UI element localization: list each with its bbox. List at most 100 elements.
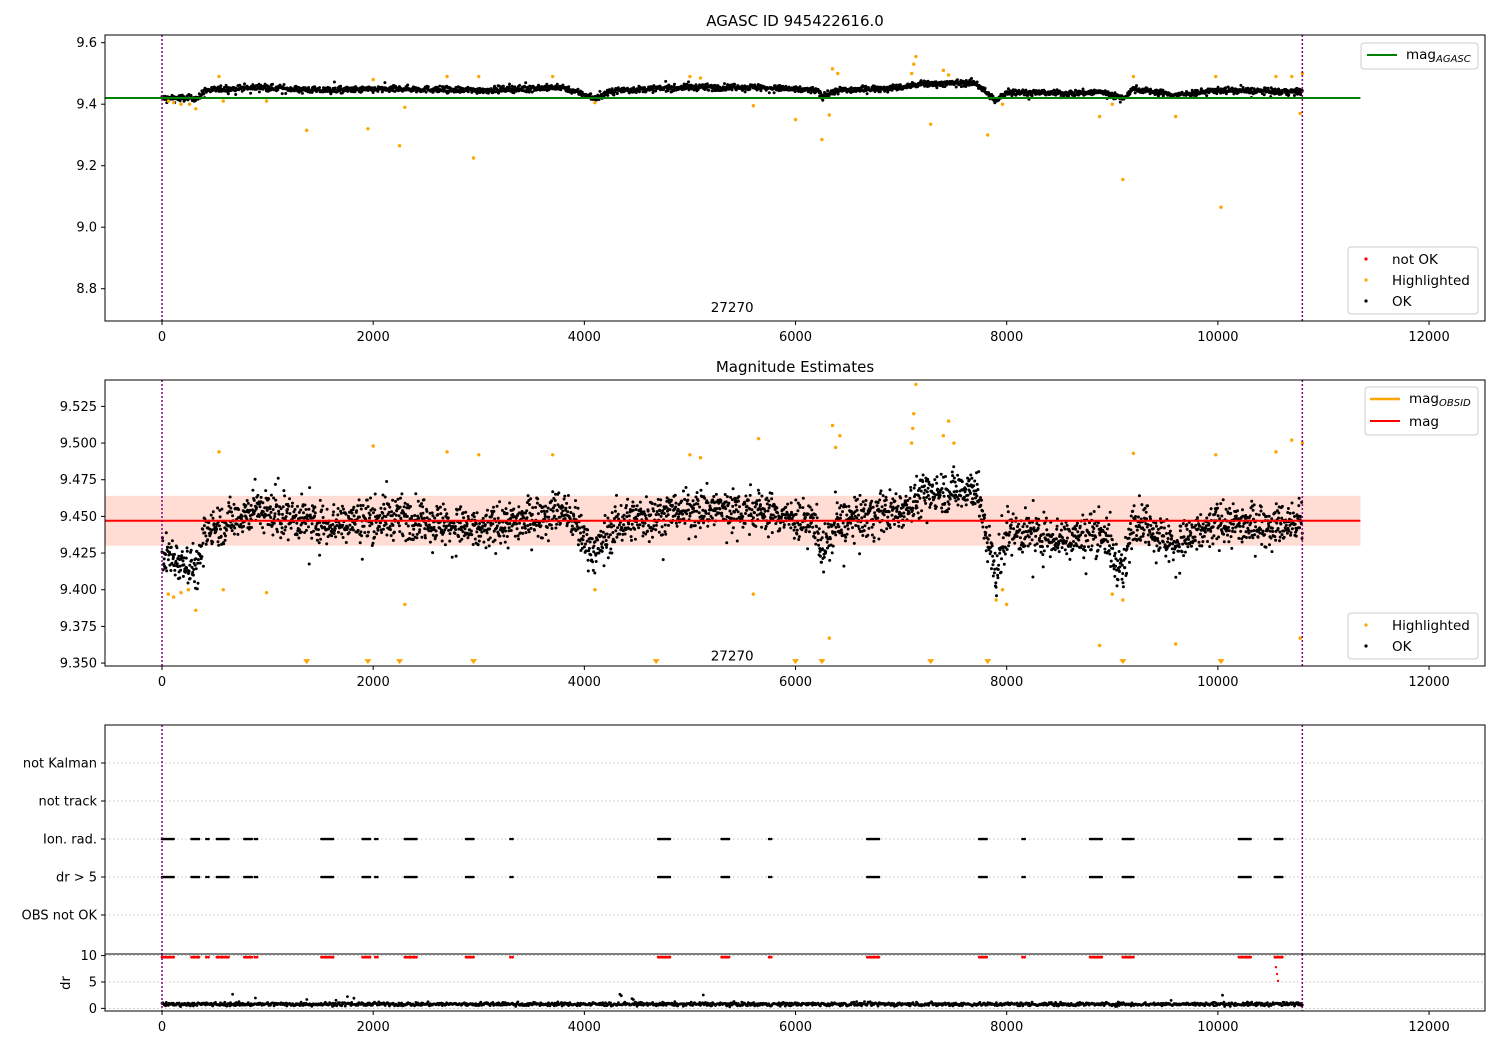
ok-point bbox=[861, 534, 865, 537]
ok-point bbox=[627, 514, 631, 518]
ok-point bbox=[241, 530, 245, 534]
ok-point bbox=[687, 508, 690, 512]
ok-point bbox=[463, 527, 467, 531]
ok-point bbox=[212, 522, 216, 526]
ok-point bbox=[485, 531, 489, 535]
ok-point bbox=[545, 526, 549, 529]
ok-point bbox=[384, 522, 388, 526]
ok-point bbox=[167, 542, 171, 546]
x-tick-label: 12000 bbox=[1408, 330, 1449, 345]
highlighted-point bbox=[698, 76, 703, 80]
ok-point bbox=[663, 523, 667, 527]
legend-not-ok-marker bbox=[1364, 257, 1368, 261]
ok-point bbox=[638, 523, 642, 527]
ok-point bbox=[286, 538, 290, 542]
ok-point bbox=[969, 491, 972, 495]
ok-point bbox=[295, 533, 299, 537]
ok-point bbox=[504, 507, 508, 511]
ok-point bbox=[536, 497, 540, 501]
ok-point bbox=[575, 524, 579, 528]
ok-point bbox=[893, 522, 896, 526]
ok-point bbox=[394, 513, 398, 517]
ok-point bbox=[888, 523, 892, 527]
ok-point bbox=[277, 509, 281, 513]
ok-point bbox=[448, 539, 452, 543]
ok-point bbox=[307, 525, 310, 529]
ok-point bbox=[641, 534, 645, 538]
ok-point bbox=[787, 522, 791, 526]
ok-point bbox=[187, 569, 191, 573]
ok-point bbox=[302, 511, 305, 515]
ok-point bbox=[239, 523, 243, 526]
ok-point bbox=[389, 528, 392, 532]
ok-point bbox=[300, 492, 304, 496]
ok-point bbox=[755, 502, 759, 506]
ok-point bbox=[373, 535, 376, 539]
ok-point bbox=[273, 515, 277, 518]
ok-point bbox=[217, 524, 221, 528]
ok-point bbox=[872, 523, 875, 526]
ok-point bbox=[334, 535, 338, 539]
ok-point bbox=[257, 515, 261, 518]
ok-point bbox=[540, 510, 544, 513]
ok-point bbox=[336, 507, 340, 510]
ok-point bbox=[606, 516, 610, 520]
ok-point bbox=[795, 528, 799, 532]
ok-point bbox=[945, 510, 949, 514]
ok-point bbox=[190, 558, 194, 562]
ok-point bbox=[169, 545, 173, 549]
ok-point bbox=[956, 503, 960, 507]
y-tick-label: 9.6 bbox=[76, 36, 97, 51]
legend-status: not OK Highlighted OK bbox=[1347, 246, 1479, 315]
ok-point bbox=[657, 512, 661, 516]
ok-point bbox=[661, 558, 665, 562]
ok-point bbox=[388, 524, 392, 528]
ok-point bbox=[816, 538, 820, 542]
ok-point bbox=[285, 511, 289, 515]
ok-point bbox=[587, 546, 591, 550]
ok-point bbox=[526, 494, 530, 498]
ok-point bbox=[245, 499, 249, 502]
y-tick-label: 9.4 bbox=[76, 98, 97, 113]
ok-point bbox=[196, 581, 200, 585]
highlighted-point bbox=[179, 102, 183, 106]
ok-point bbox=[376, 89, 380, 93]
ok-point bbox=[731, 526, 735, 530]
ok-point bbox=[434, 529, 438, 533]
ok-point bbox=[839, 528, 843, 532]
ok-point bbox=[339, 511, 343, 515]
ok-point bbox=[576, 543, 580, 547]
ok-point bbox=[284, 525, 288, 529]
ok-point bbox=[634, 508, 638, 511]
ok-point bbox=[175, 546, 179, 550]
ok-point bbox=[911, 506, 915, 510]
ok-point bbox=[307, 562, 311, 566]
ok-point bbox=[928, 497, 931, 501]
ok-point bbox=[394, 499, 397, 503]
ok-point bbox=[436, 513, 440, 516]
ok-point bbox=[551, 509, 555, 513]
ok-point bbox=[696, 499, 700, 502]
highlighted-point bbox=[912, 62, 916, 66]
ok-point bbox=[211, 540, 215, 544]
ok-point bbox=[184, 556, 188, 560]
ok-point bbox=[744, 512, 747, 515]
ok-point bbox=[567, 85, 571, 89]
highlighted-point bbox=[366, 127, 370, 131]
ok-point bbox=[837, 525, 841, 529]
highlighted-point bbox=[827, 113, 832, 117]
ok-point bbox=[448, 532, 452, 536]
ok-point bbox=[729, 512, 733, 516]
ok-point bbox=[376, 528, 380, 532]
ok-point bbox=[509, 529, 513, 532]
ok-point bbox=[635, 504, 639, 508]
ok-point bbox=[566, 494, 570, 497]
ok-point bbox=[970, 77, 973, 80]
ok-point bbox=[913, 483, 917, 487]
highlighted-point bbox=[1298, 111, 1302, 116]
ok-point bbox=[506, 546, 510, 550]
x-tick-label: 6000 bbox=[779, 330, 812, 345]
ok-point bbox=[240, 514, 244, 518]
ok-point bbox=[738, 505, 741, 509]
ok-point bbox=[396, 521, 400, 525]
